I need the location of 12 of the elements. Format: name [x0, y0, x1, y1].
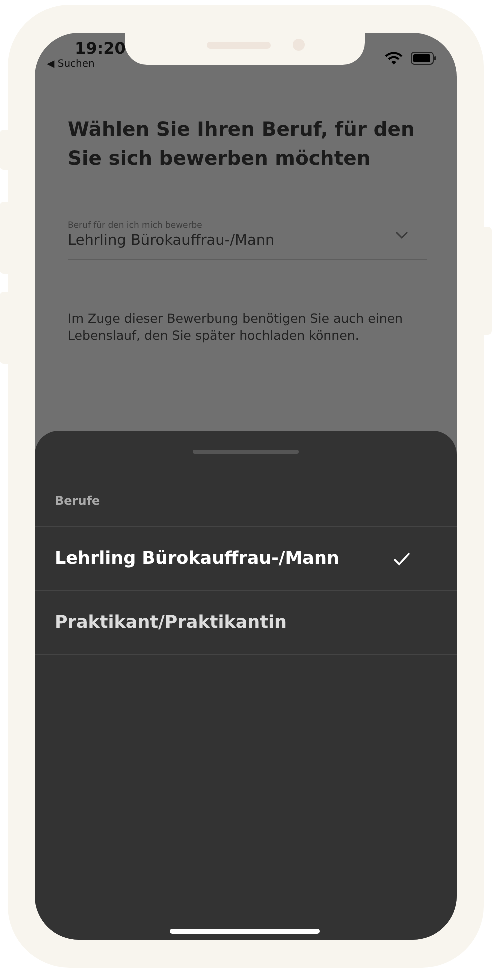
battery-icon	[411, 52, 437, 65]
back-link[interactable]: ◀ Suchen	[47, 58, 126, 72]
chevron-down-icon	[395, 230, 409, 240]
info-text: Im Zuge dieser Bewerbung benötigen Sie auch einen Lebenslauf, den Sie später hochladen können.	[68, 310, 404, 344]
sheet-title: Berufe	[35, 454, 457, 527]
option-item[interactable]: Lehrling Bürokauffrau-/Mann	[35, 527, 457, 591]
page-title: Wählen Sie Ihren Beruf, für den Sie sich bewerben möchten	[68, 117, 416, 172]
sheet-handle[interactable]	[193, 450, 299, 454]
option-item[interactable]: Praktikant/Praktikantin	[35, 591, 457, 655]
wifi-icon	[385, 52, 403, 65]
checkmark-icon	[393, 552, 411, 566]
status-time: 19:20	[74, 40, 126, 58]
